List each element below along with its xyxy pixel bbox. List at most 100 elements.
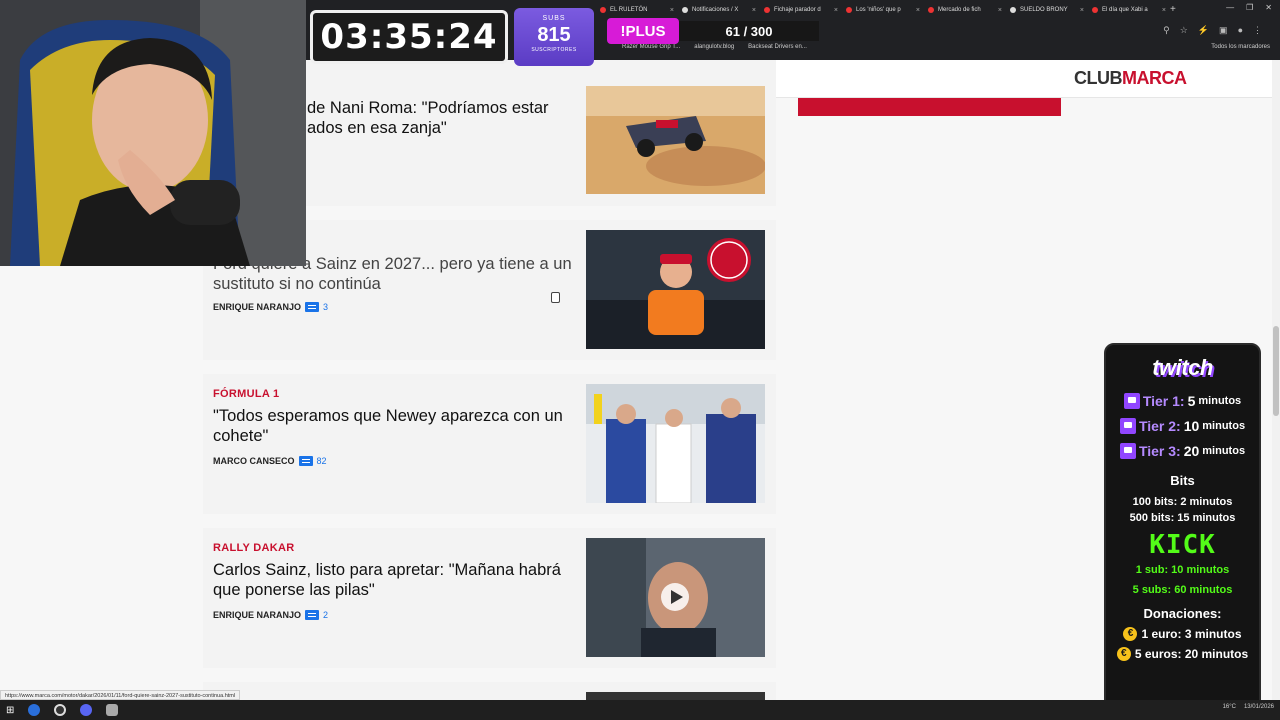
author-name[interactable]: ENRIQUE NARANJO	[213, 302, 301, 312]
start-icon[interactable]: ⊞	[6, 705, 14, 716]
toolbar-icons: ⚲ ☆ ⚡ ▣ ● ⋮	[1163, 25, 1262, 36]
bookmark-item[interactable]: Razer Mouse Grip T...	[622, 44, 680, 50]
all-bookmarks[interactable]: Todos los marcadores	[1211, 44, 1270, 50]
obs-icon[interactable]	[54, 704, 67, 716]
tab-favicon-icon	[1010, 7, 1016, 13]
donation-text: 1 euro: 3 minutos	[1141, 627, 1242, 641]
tier-label: Tier 3:	[1138, 443, 1181, 459]
kick-rate: 5 subs: 60 minutos	[1132, 584, 1233, 596]
close-tab-icon[interactable]: ×	[834, 7, 838, 14]
comment-count[interactable]: 2	[323, 610, 328, 620]
tab[interactable]: SUELDO BRONY ×	[1006, 2, 1088, 18]
close-tab-icon[interactable]: ×	[1162, 7, 1166, 14]
app-icon[interactable]	[106, 704, 119, 716]
author-name[interactable]: MARCO CANSECO	[213, 456, 295, 466]
article-headline[interactable]: "Todos esperamos que Newey aparezca con …	[213, 406, 573, 446]
window-controls: — ❐ ✕	[1226, 3, 1272, 12]
goal-counter: 61 / 300	[679, 21, 819, 41]
comment-icon[interactable]	[298, 456, 313, 466]
ad-banner[interactable]	[798, 98, 1061, 116]
close-tab-icon[interactable]: ×	[916, 7, 920, 14]
system-tray: 16°C 13/01/2026	[1223, 704, 1274, 710]
close-tab-icon[interactable]: ×	[998, 7, 1002, 14]
article-image[interactable]	[586, 230, 765, 349]
link-status-url: https://www.marca.com/motor/dakar/2026/0…	[0, 690, 241, 700]
weather-temp[interactable]: 16°C	[1223, 704, 1236, 710]
chrome-icon[interactable]	[28, 704, 41, 716]
tab-label: Mercado de fich	[938, 7, 981, 13]
close-icon[interactable]: ✕	[1265, 3, 1272, 12]
kick-logo: KICK	[1149, 530, 1216, 560]
tier-row: Tier 3: 20 minutos	[1106, 443, 1259, 459]
plus-command-badge: !PLUS	[607, 18, 679, 44]
article-headline[interactable]: Carlos Sainz, listo para apretar: "Mañan…	[213, 560, 573, 600]
tier-unit: minutos	[1198, 395, 1242, 407]
article-section[interactable]: RALLY DAKAR	[213, 542, 295, 554]
close-tab-icon[interactable]: ×	[670, 7, 674, 14]
tab-label: SUELDO BRONY	[1020, 7, 1068, 13]
comment-icon[interactable]	[305, 610, 320, 620]
twitch-sub-icon	[1119, 443, 1136, 459]
subs-label: SUBS	[542, 15, 566, 22]
extension-icon[interactable]: ⚡	[1198, 25, 1209, 36]
scrollbar-thumb[interactable]	[1273, 326, 1279, 416]
article-image[interactable]	[586, 86, 765, 194]
maximize-icon[interactable]: ❐	[1246, 3, 1253, 12]
euro-icon: €	[1116, 647, 1131, 661]
mouse-pointer-icon	[551, 292, 560, 303]
webcam-feed	[0, 0, 306, 266]
tab[interactable]: Fichaje parador d ×	[760, 2, 842, 18]
bookmark-star-icon[interactable]: ☆	[1180, 25, 1188, 36]
tab[interactable]: El día que Xabi a ×	[1088, 2, 1170, 18]
sainz-car-photo	[586, 230, 765, 349]
article-author: MARCO CANSECO 82	[213, 456, 327, 466]
profile-icon[interactable]: ●	[1238, 25, 1243, 36]
logo-part: MARCA	[1122, 68, 1187, 88]
new-tab-icon[interactable]: +	[1170, 2, 1184, 20]
subs-count: 815	[537, 24, 571, 46]
tab-favicon-icon	[928, 7, 934, 13]
streamer-webcam	[0, 0, 306, 266]
tier-unit: minutos	[1202, 420, 1246, 432]
comment-icon[interactable]	[305, 302, 320, 312]
subathon-panel: twitch Tier 1: 5 minutos Tier 2: 10 minu…	[1104, 343, 1261, 710]
article-section[interactable]: FÓRMULA 1	[213, 388, 279, 400]
article-card[interactable]: RALLY DAKAR Carlos Sainz, listo para apr…	[203, 528, 776, 668]
sainz-interview-video	[586, 538, 765, 657]
article-card[interactable]: FÓRMULA 1 "Todos esperamos que Newey apa…	[203, 374, 776, 514]
discord-icon[interactable]	[80, 704, 93, 716]
article-image[interactable]	[586, 384, 765, 503]
twitch-logo: twitch	[1152, 355, 1213, 380]
page-scrollbar[interactable]	[1272, 60, 1280, 700]
menu-icon[interactable]: ⋮	[1253, 25, 1262, 36]
article-video[interactable]	[586, 538, 765, 657]
close-tab-icon[interactable]: ×	[752, 7, 756, 14]
extensions-puzzle-icon[interactable]: ▣	[1219, 25, 1228, 36]
article-image[interactable]	[586, 692, 765, 700]
bits-rate: 500 bits: 15 minutos	[1129, 512, 1236, 524]
tab[interactable]: Mercado de fich ×	[924, 2, 1006, 18]
comment-count[interactable]: 82	[317, 456, 327, 466]
article-author: ENRIQUE NARANJO 3	[213, 302, 328, 312]
club-marca-logo[interactable]: CLUBMARCA	[1074, 68, 1187, 89]
tier-value: 5	[1187, 393, 1196, 409]
bookmark-item[interactable]: Backseat Drivers en...	[748, 44, 807, 50]
bookmark-item[interactable]: alangulotv.blog	[694, 44, 734, 50]
tab-favicon-icon	[1092, 7, 1098, 13]
minimize-icon[interactable]: —	[1226, 3, 1234, 12]
tab[interactable]: EL RULETÓN ×	[596, 2, 678, 18]
zoom-icon[interactable]: ⚲	[1163, 25, 1170, 36]
tray-date[interactable]: 13/01/2026	[1244, 704, 1274, 710]
euro-icon: €	[1123, 627, 1138, 641]
close-tab-icon[interactable]: ×	[1080, 7, 1084, 14]
comment-count[interactable]: 3	[323, 302, 328, 312]
article-card[interactable]	[203, 682, 776, 700]
tab[interactable]: Los 'niños' que p ×	[842, 2, 924, 18]
donation-text: 5 euros: 20 minutos	[1134, 647, 1249, 661]
author-name[interactable]: ENRIQUE NARANJO	[213, 610, 301, 620]
tab[interactable]: Notificaciones / X ×	[678, 2, 760, 18]
bookmarks-bar: Razer Mouse Grip T... alangulotv.blog Ba…	[622, 44, 807, 50]
twitch-sub-icon	[1119, 418, 1136, 434]
tab-label: Notificaciones / X	[692, 7, 739, 13]
bits-rate: 100 bits: 2 minutos	[1132, 496, 1233, 508]
